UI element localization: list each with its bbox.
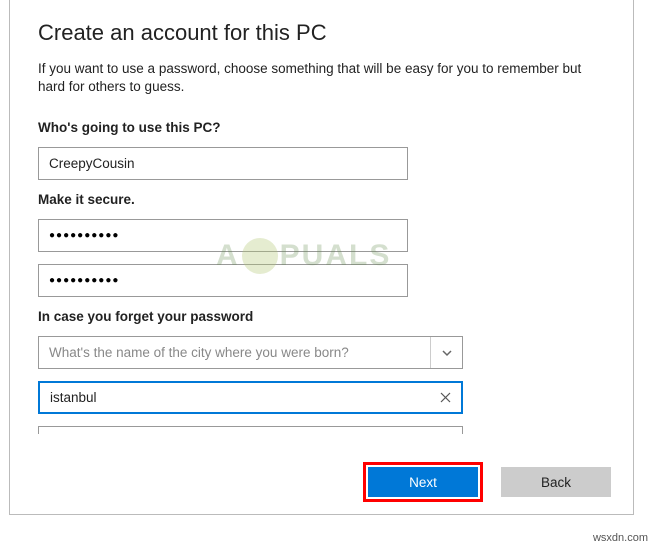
back-button[interactable]: Back <box>501 467 611 497</box>
page-description: If you want to use a password, choose so… <box>38 60 605 96</box>
password-input[interactable]: ●●●●●●●●●● <box>38 219 408 252</box>
dialog-window: Create an account for this PC If you wan… <box>9 0 634 515</box>
page-title: Create an account for this PC <box>38 20 605 46</box>
security-question-dropdown[interactable]: What's the name of the city where you we… <box>38 336 463 369</box>
button-row: Next Back <box>363 462 611 502</box>
next-button[interactable]: Next <box>368 467 478 497</box>
next-field-partial <box>38 426 463 434</box>
security-section-label: In case you forget your password <box>38 309 605 324</box>
security-answer-value: istanbul <box>40 390 429 405</box>
password-value: ●●●●●●●●●● <box>49 230 119 241</box>
password-confirm-input[interactable]: ●●●●●●●●●● <box>38 264 408 297</box>
security-answer-input[interactable]: istanbul <box>38 381 463 414</box>
username-section-label: Who's going to use this PC? <box>38 120 605 135</box>
next-button-highlight: Next <box>363 462 483 502</box>
password-confirm-value: ●●●●●●●●●● <box>49 275 119 286</box>
clear-answer-button[interactable] <box>429 383 461 412</box>
site-watermark: wsxdn.com <box>593 532 648 544</box>
close-icon <box>440 392 451 403</box>
chevron-down-icon <box>430 337 462 368</box>
password-section-label: Make it secure. <box>38 192 605 207</box>
username-value: CreepyCousin <box>49 156 135 171</box>
dialog-content: Create an account for this PC If you wan… <box>10 0 633 434</box>
username-input[interactable]: CreepyCousin <box>38 147 408 180</box>
security-question-selected: What's the name of the city where you we… <box>39 345 430 360</box>
